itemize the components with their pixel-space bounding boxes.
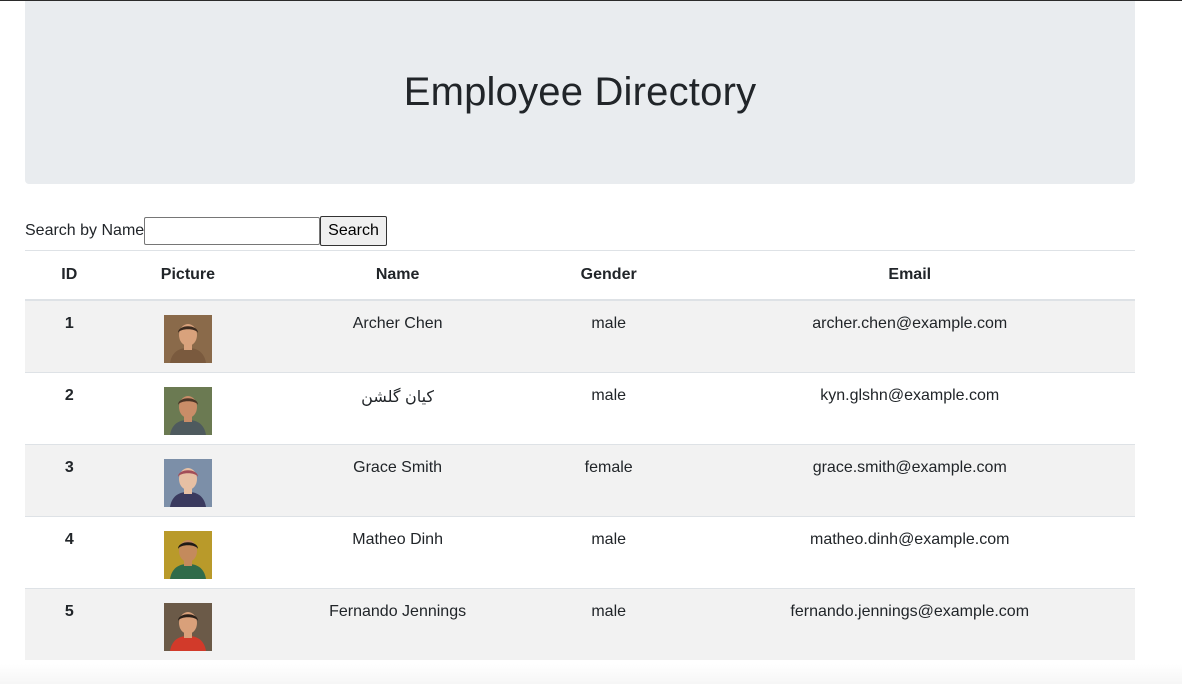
table-row: 3 Grace Smith female grace.smith@example.co… xyxy=(25,443,1135,516)
page-container: Employee Directory Search by Name Search… xyxy=(25,1,1135,660)
column-header-gender[interactable]: Gender xyxy=(532,250,685,301)
avatar xyxy=(163,458,212,507)
employee-gender: male xyxy=(532,515,685,588)
table-row: 5 Fernando Jennings male fernando.jennings@… xyxy=(25,587,1135,660)
picture-cell xyxy=(113,515,263,588)
avatar xyxy=(163,602,212,651)
employee-table: ID Picture Name Gender Email 1 Archer Che… xyxy=(25,250,1135,660)
column-header-name[interactable]: Name xyxy=(262,250,533,301)
employee-id: 3 xyxy=(25,443,114,516)
search-label: Search by Name xyxy=(25,222,145,239)
search-form: Search by Name Search xyxy=(25,216,1135,246)
employee-gender: male xyxy=(532,371,685,444)
employee-id: 4 xyxy=(25,515,114,588)
picture-cell xyxy=(113,371,263,444)
search-button[interactable]: Search xyxy=(320,216,387,246)
employee-id: 5 xyxy=(25,587,114,660)
avatar xyxy=(163,530,212,579)
employee-name: کیان گلشن xyxy=(262,371,533,444)
employee-name: Archer Chen xyxy=(262,299,533,372)
employee-email: fernando.jennings@example.com xyxy=(684,587,1135,660)
picture-cell xyxy=(113,299,263,372)
employee-email: matheo.dinh@example.com xyxy=(684,515,1135,588)
employee-name: Fernando Jennings xyxy=(262,587,533,660)
header-row: ID Picture Name Gender Email xyxy=(25,250,1135,301)
picture-cell xyxy=(113,443,263,516)
column-header-picture[interactable]: Picture xyxy=(113,250,263,301)
employee-gender: female xyxy=(532,443,685,516)
table-row: 2 کیان گلشن male kyn.glshn@example.com xyxy=(25,371,1135,444)
employee-email: archer.chen@example.com xyxy=(684,299,1135,372)
search-input[interactable] xyxy=(144,217,321,245)
employee-name: Matheo Dinh xyxy=(262,515,533,588)
scroll-fade xyxy=(0,664,1182,684)
employee-id: 1 xyxy=(25,299,114,372)
table-body: 1 Archer Chen male archer.chen@example.com 2… xyxy=(25,299,1135,660)
column-header-id[interactable]: ID xyxy=(25,250,114,301)
column-header-email[interactable]: Email xyxy=(684,250,1135,301)
table-header: ID Picture Name Gender Email xyxy=(25,250,1135,301)
employee-name: Grace Smith xyxy=(262,443,533,516)
table-row: 4 Matheo Dinh male matheo.dinh@example.com xyxy=(25,515,1135,588)
employee-gender: male xyxy=(532,299,685,372)
picture-cell xyxy=(113,587,263,660)
avatar xyxy=(163,386,212,435)
header-banner: Employee Directory xyxy=(25,1,1135,184)
employee-email: grace.smith@example.com xyxy=(684,443,1135,516)
employee-email: kyn.glshn@example.com xyxy=(684,371,1135,444)
avatar xyxy=(163,315,212,363)
employee-gender: male xyxy=(532,587,685,660)
page-title: Employee Directory xyxy=(403,70,757,114)
table-row: 1 Archer Chen male archer.chen@example.com xyxy=(25,299,1135,372)
employee-id: 2 xyxy=(25,371,114,444)
